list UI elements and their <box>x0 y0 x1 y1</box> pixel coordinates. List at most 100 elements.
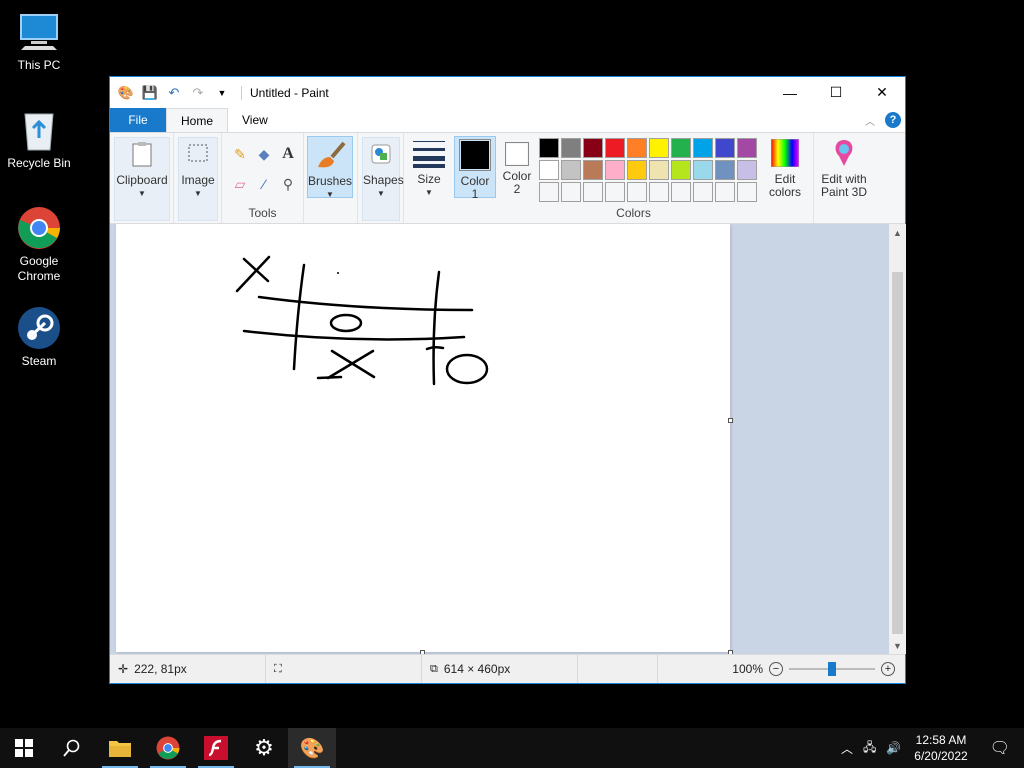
color-swatch[interactable] <box>583 182 603 202</box>
help-icon[interactable]: ? <box>885 112 901 128</box>
line-size-icon <box>413 137 445 169</box>
system-tray: ︿ 🖧 🔊 12:58 AM 6/20/2022 🗨 <box>836 728 1024 768</box>
edit-colors-button[interactable]: Edit colors <box>760 137 810 201</box>
color-swatch[interactable] <box>605 160 625 180</box>
color2-button[interactable]: Color 2 <box>498 136 536 198</box>
start-button[interactable] <box>0 728 48 768</box>
color-swatch[interactable] <box>671 138 691 158</box>
brush-icon <box>314 139 346 171</box>
color-swatch[interactable] <box>671 182 691 202</box>
color-swatch[interactable] <box>561 182 581 202</box>
color-swatch[interactable] <box>627 138 647 158</box>
pencil-icon[interactable]: ✎ <box>228 143 252 165</box>
save-icon[interactable]: 💾 <box>141 84 159 102</box>
close-button[interactable]: ✕ <box>859 77 905 108</box>
desktop-icon-this-pc[interactable]: This PC <box>4 10 74 73</box>
network-icon[interactable]: 🖧 <box>858 738 881 759</box>
resize-handle-right[interactable] <box>728 418 733 423</box>
color-swatch[interactable] <box>671 160 691 180</box>
color-swatch[interactable] <box>693 138 713 158</box>
taskbar-flash[interactable] <box>192 728 240 768</box>
magnifier-icon[interactable]: ⚲ <box>276 173 300 195</box>
scrollbar-thumb[interactable] <box>892 272 903 634</box>
minimize-button[interactable]: — <box>767 77 813 108</box>
quick-access-toolbar: 🎨 💾 ↶ ↷ ▼ <box>110 84 231 102</box>
size-button[interactable]: Size ▼ <box>408 137 450 221</box>
color-swatch[interactable] <box>539 138 559 158</box>
paint-palette-icon: 🎨 <box>299 737 325 760</box>
color-swatch[interactable] <box>715 182 735 202</box>
color-palette <box>538 137 758 203</box>
color-swatch[interactable] <box>583 160 603 180</box>
dropdown-arrow-icon: ▼ <box>377 189 385 198</box>
drawing-canvas[interactable] <box>116 224 733 654</box>
clock[interactable]: 12:58 AM 6/20/2022 <box>906 732 975 764</box>
taskbar-file-explorer[interactable] <box>96 728 144 768</box>
clipboard-group: Clipboard ▼ <box>110 133 174 223</box>
zoom-out-icon[interactable]: − <box>769 662 783 676</box>
color-swatch[interactable] <box>649 160 669 180</box>
taskbar-settings[interactable]: ⚙ <box>240 728 288 768</box>
scroll-up-icon[interactable]: ▲ <box>889 224 906 241</box>
undo-icon[interactable]: ↶ <box>165 84 183 102</box>
color-swatch[interactable] <box>693 160 713 180</box>
brushes-button[interactable]: Brushes ▼ <box>307 136 353 199</box>
notifications-icon[interactable]: 🗨 <box>976 738 1024 758</box>
shapes-button[interactable]: Shapes ▼ <box>362 137 404 221</box>
color-swatch[interactable] <box>605 182 625 202</box>
color-swatch[interactable] <box>737 160 757 180</box>
tab-view[interactable]: View <box>228 108 282 132</box>
tic-tac-toe-drawing <box>235 255 489 386</box>
color-swatch[interactable] <box>737 182 757 202</box>
image-label: Image <box>181 173 215 187</box>
zoom-in-icon[interactable]: + <box>881 662 895 676</box>
maximize-button[interactable]: ☐ <box>813 77 859 108</box>
desktop-icon-google-chrome[interactable]: Google Chrome <box>4 206 74 284</box>
color-swatch[interactable] <box>583 138 603 158</box>
desktop-icon-steam[interactable]: Steam <box>4 306 74 369</box>
canvas-size: ⧉ 614 × 460px <box>422 655 578 683</box>
color-swatch[interactable] <box>539 160 559 180</box>
eraser-icon[interactable]: ▱ <box>228 173 252 195</box>
size-group: Size ▼ <box>404 133 454 223</box>
desktop-icon-recycle-bin[interactable]: Recycle Bin <box>4 108 74 171</box>
color-swatch[interactable] <box>561 138 581 158</box>
tab-file[interactable]: File <box>110 108 166 132</box>
collapse-ribbon-icon[interactable]: ︿ <box>865 113 875 128</box>
volume-icon[interactable]: 🔊 <box>881 741 906 755</box>
text-icon[interactable]: A <box>276 143 300 165</box>
zoom-slider-thumb[interactable] <box>828 662 836 676</box>
color-swatch[interactable] <box>715 160 735 180</box>
scroll-down-icon[interactable]: ▼ <box>889 637 906 654</box>
search-button[interactable] <box>48 728 96 768</box>
color-swatch[interactable] <box>605 138 625 158</box>
file-size <box>578 655 658 683</box>
show-hidden-icons-icon[interactable]: ︿ <box>836 740 858 757</box>
color-swatch[interactable] <box>715 138 735 158</box>
zoom-slider[interactable] <box>789 662 875 676</box>
clipboard-button[interactable]: Clipboard ▼ <box>114 137 170 221</box>
color-swatch[interactable] <box>693 182 713 202</box>
fill-icon[interactable]: ◆ <box>252 143 276 165</box>
customize-toolbar-icon[interactable]: ▼ <box>213 84 231 102</box>
color1-button[interactable]: Color 1 <box>454 136 496 201</box>
taskbar: ⚙ 🎨 ︿ 🖧 🔊 12:58 AM 6/20/2022 🗨 <box>0 728 1024 768</box>
color-swatch[interactable] <box>627 160 647 180</box>
color-swatch[interactable] <box>649 182 669 202</box>
move-cursor-icon: ✛ <box>118 662 129 676</box>
taskbar-paint[interactable]: 🎨 <box>288 728 336 768</box>
taskbar-chrome[interactable] <box>144 728 192 768</box>
vertical-scrollbar[interactable]: ▲ ▼ <box>889 224 906 654</box>
color-swatch[interactable] <box>627 182 647 202</box>
redo-icon[interactable]: ↷ <box>189 84 207 102</box>
color-swatch[interactable] <box>561 160 581 180</box>
desktop-icon-label: This PC <box>17 58 61 72</box>
color-picker-icon[interactable]: ⁄ <box>252 173 276 195</box>
paint-app-icon[interactable]: 🎨 <box>117 84 135 102</box>
image-button[interactable]: Image ▼ <box>178 137 218 221</box>
edit-with-paint3d-button[interactable]: Edit with Paint 3D <box>816 137 872 201</box>
color-swatch[interactable] <box>649 138 669 158</box>
color-swatch[interactable] <box>737 138 757 158</box>
color-swatch[interactable] <box>539 182 559 202</box>
tab-home[interactable]: Home <box>166 108 229 132</box>
